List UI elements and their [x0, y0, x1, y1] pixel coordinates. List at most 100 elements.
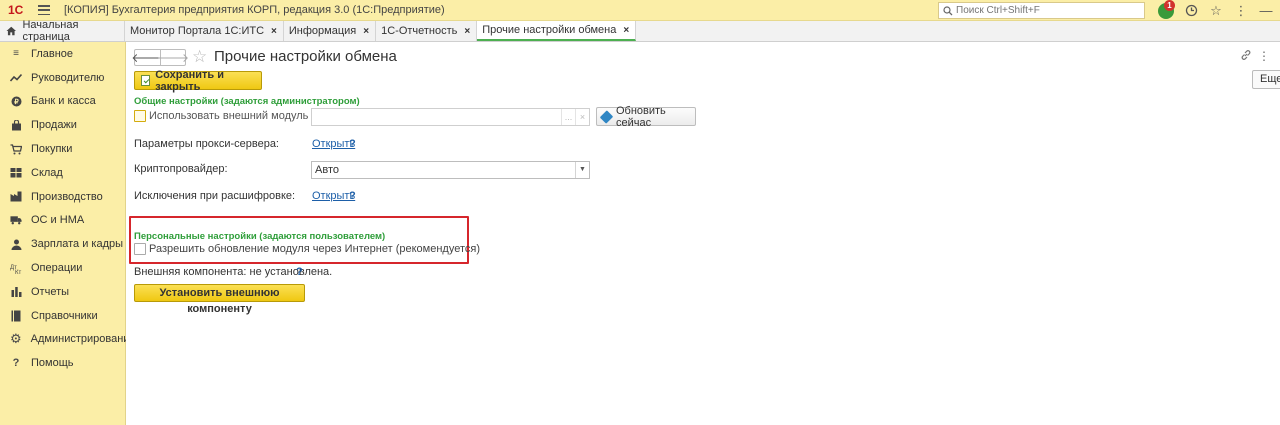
coin-icon: ₽ [10, 95, 22, 107]
sidebar-item-catalogs[interactable]: Справочники [0, 304, 125, 328]
clear-icon[interactable]: × [575, 109, 589, 125]
sidebar-item-administration[interactable]: ⚙ Администрирование [0, 328, 136, 352]
sidebar-item-sales[interactable]: Продажи [0, 113, 125, 137]
sidebar-item-label: Склад [31, 166, 63, 179]
cart-icon [10, 143, 22, 155]
more-dots-icon[interactable]: ⋮ [1233, 3, 1249, 19]
svg-text:₽: ₽ [14, 98, 19, 106]
search-input[interactable] [956, 5, 1136, 16]
favorites-star-icon[interactable]: ☆ [1208, 3, 1224, 19]
save-and-close-label: Сохранить и закрыть [155, 68, 224, 93]
open-windows-bar: Начальная страница Монитор Портала 1С:ИТ… [0, 19, 1280, 43]
sidebar-item-label: Банк и касса [31, 95, 96, 108]
sidebar-item-label: ОС и НМА [31, 214, 85, 227]
menu-icon: ≡ [13, 48, 19, 60]
general-settings-group-title: Общие настройки (задаются администраторо… [134, 96, 360, 107]
module-path-field[interactable]: ... × [311, 108, 590, 126]
more-actions-icon[interactable]: ⋮ [1258, 49, 1270, 63]
select-dots-icon[interactable]: ... [561, 109, 575, 125]
history-icon[interactable] [1183, 3, 1199, 19]
allow-update-checkbox[interactable] [134, 243, 146, 255]
save-and-close-button[interactable]: Сохранить и закрыть [134, 68, 262, 93]
refresh-now-label: Обновить сейчас [615, 104, 666, 129]
install-component-button[interactable]: Установить внешнюю компоненту [134, 284, 305, 315]
notification-badge: 1 [1164, 0, 1175, 11]
minimize-icon[interactable]: — [1258, 3, 1274, 19]
close-icon[interactable]: × [623, 25, 629, 36]
notifications-icon[interactable]: 1 [1158, 0, 1175, 19]
help-icon: ? [12, 357, 20, 370]
sidebar-item-help[interactable]: ? Помощь [0, 351, 125, 375]
tab-1c-reporting[interactable]: 1С-Отчетность × [376, 21, 478, 41]
favorite-star-icon[interactable]: ☆ [192, 47, 207, 67]
tab-its-monitor[interactable]: Монитор Портала 1С:ИТС × [125, 21, 284, 41]
tab-home-label: Начальная страница [22, 19, 79, 43]
sidebar-item-label: Операции [31, 262, 83, 275]
titlebar-tools: 1 ☆ ⋮ — [1158, 0, 1274, 19]
component-help-icon[interactable]: ? [296, 266, 303, 278]
tab-exchange-settings[interactable]: Прочие настройки обмена × [477, 21, 637, 41]
tab-home[interactable]: Начальная страница [0, 19, 125, 43]
sidebar-item-label: Справочники [31, 309, 98, 322]
global-search[interactable] [938, 2, 1145, 19]
book-icon [10, 310, 22, 322]
tab-label: Прочие настройки обмена [482, 24, 617, 36]
sidebar-item-label: Главное [31, 47, 74, 60]
proxy-help-icon[interactable]: ? [349, 138, 356, 150]
sidebar-item-label: Продажи [31, 119, 77, 132]
tab-label: 1С-Отчетность [381, 25, 458, 37]
tab-label: Монитор Портала 1С:ИТС [130, 25, 265, 37]
use-external-module-checkbox[interactable] [134, 110, 146, 122]
sidebar-item-fixed-assets[interactable]: ОС и НМА [0, 209, 125, 233]
sidebar-item-reports[interactable]: Отчеты [0, 280, 125, 304]
1c-logo-icon[interactable]: 1С [8, 3, 30, 17]
sidebar-item-label: Покупки [31, 143, 73, 156]
svg-text:Кт: Кт [15, 270, 21, 274]
forward-arrow-icon[interactable]: 🡒 [157, 50, 189, 65]
sidebar-item-purchases[interactable]: Покупки [0, 137, 125, 161]
bag-icon [10, 119, 22, 131]
exceptions-label: Исключения при расшифровке: [134, 190, 296, 202]
sidebar-item-operations[interactable]: Дт Кт Операции [0, 256, 125, 280]
home-icon [6, 26, 17, 36]
allow-update-label: Разрешить обновление модуля через Интерн… [149, 243, 480, 255]
window-title: [КОПИЯ] Бухгалтерия предприятия КОРП, ре… [64, 4, 445, 16]
sidebar-item-label: Производство [31, 190, 103, 203]
refresh-now-button[interactable]: Обновить сейчас [596, 104, 696, 129]
more-button[interactable]: Еще [1252, 70, 1280, 89]
sidebar-item-label: Зарплата и кадры [31, 238, 124, 251]
sidebar-item-label: Отчеты [31, 285, 70, 298]
crypto-label: Криптопровайдер: [134, 163, 228, 175]
warehouse-icon [10, 167, 22, 179]
search-icon [943, 5, 953, 15]
sidebar-item-production[interactable]: Производство [0, 185, 125, 209]
sidebar-item-label: Администрирование [30, 333, 136, 346]
gear-icon: ⚙ [10, 331, 22, 347]
form-area: 🡐 🡒 ☆ Прочие настройки обмена ⋮ Еще Сохр… [126, 42, 1280, 425]
factory-icon [10, 191, 22, 203]
use-external-module-label: Использовать внешний модуль [149, 110, 309, 122]
crypto-provider-value: Авто [315, 164, 339, 176]
tab-information[interactable]: Информация × [284, 21, 377, 41]
sidebar-item-warehouse[interactable]: Склад [0, 161, 125, 185]
sidebar-item-manager[interactable]: Руководителю [0, 66, 125, 90]
document-check-icon [141, 75, 151, 86]
sidebar-item-bank[interactable]: ₽ Банк и касса [0, 90, 125, 114]
sidebar-item-label: Руководителю [31, 71, 105, 84]
crypto-provider-select[interactable]: Авто ▼ [311, 161, 590, 179]
page-title: Прочие настройки обмена [214, 48, 397, 65]
exceptions-help-icon[interactable]: ? [349, 190, 356, 202]
sidebar-item-main[interactable]: ≡ Главное [0, 42, 125, 66]
refresh-icon [599, 109, 614, 124]
main-menu-icon[interactable] [38, 5, 50, 15]
truck-icon [10, 214, 22, 226]
person-icon [10, 238, 22, 250]
history-nav: 🡐 🡒 [131, 49, 189, 66]
sidebar-item-salary[interactable]: Зарплата и кадры [0, 232, 125, 256]
title-bar: 1С [КОПИЯ] Бухгалтерия предприятия КОРП,… [0, 0, 1280, 21]
link-icon[interactable] [1240, 49, 1252, 64]
close-icon[interactable]: × [464, 26, 470, 37]
chevron-down-icon[interactable]: ▼ [575, 162, 589, 178]
close-icon[interactable]: × [363, 26, 369, 37]
close-icon[interactable]: × [271, 26, 277, 37]
